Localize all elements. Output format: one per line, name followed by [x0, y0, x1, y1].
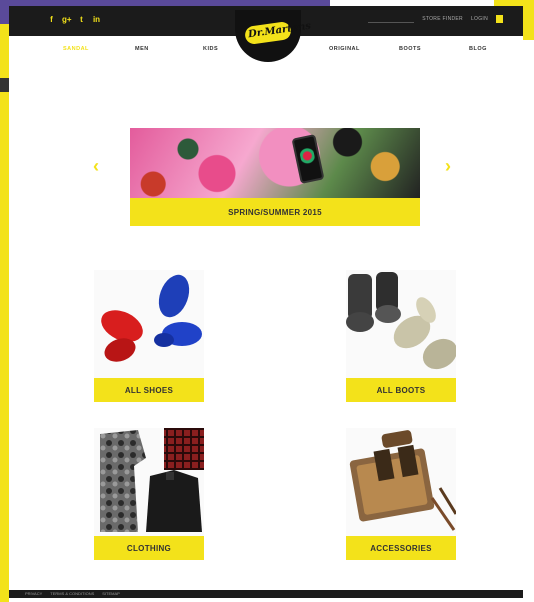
cart-icon[interactable] — [496, 15, 503, 23]
boots-image — [346, 270, 456, 378]
tile-caption: ACCESSORIES — [346, 536, 456, 560]
nav-item-boots[interactable]: BOOTS — [399, 46, 421, 52]
linkedin-icon[interactable]: in — [92, 15, 101, 24]
login-link[interactable]: LOGIN — [471, 16, 488, 22]
store-finder-link[interactable]: STORE FINDER — [422, 16, 463, 22]
backdrop-dark-block — [0, 78, 9, 92]
category-tile-boots[interactable]: ALL BOOTS — [346, 270, 456, 406]
hero-image — [130, 128, 420, 198]
phone-image — [291, 134, 325, 184]
hero-banner[interactable]: SPRING/SUMMER 2015 — [130, 128, 420, 226]
footer-link-sitemap[interactable]: SITEMAP — [102, 591, 120, 596]
google-plus-icon[interactable]: g+ — [62, 15, 72, 24]
carousel-next-arrow[interactable]: › — [445, 156, 451, 177]
footer: PRIVACY TERMS & CONDITIONS SITEMAP — [9, 590, 523, 598]
nav-item-sandal[interactable]: SANDAL — [63, 46, 89, 52]
tile-caption: CLOTHING — [94, 536, 204, 560]
main-nav: SANDAL MEN KIDS ORIGINAL BOOTS BLOG — [9, 46, 523, 60]
social-links: f g+ t in — [47, 15, 101, 24]
nav-item-men[interactable]: MEN — [135, 46, 149, 52]
footer-link-privacy[interactable]: PRIVACY — [25, 591, 42, 596]
search-input[interactable] — [368, 15, 415, 23]
footer-links: PRIVACY TERMS & CONDITIONS SITEMAP — [25, 591, 120, 596]
footer-link-terms[interactable]: TERMS & CONDITIONS — [50, 591, 94, 596]
top-right-tools: STORE FINDER LOGIN — [368, 15, 503, 23]
nav-item-blog[interactable]: BLOG — [469, 46, 487, 52]
category-tile-accessories[interactable]: ACCESSORIES — [346, 428, 456, 564]
shoes-image — [94, 270, 204, 378]
nav-item-kids[interactable]: KIDS — [203, 46, 218, 52]
accessories-image — [346, 428, 456, 536]
category-tile-shoes[interactable]: ALL SHOES — [94, 270, 204, 406]
facebook-icon[interactable]: f — [47, 15, 56, 24]
twitter-icon[interactable]: t — [77, 15, 86, 24]
tile-caption: ALL SHOES — [94, 378, 204, 402]
tile-caption: ALL BOOTS — [346, 378, 456, 402]
website-page: f g+ t in STORE FINDER LOGIN Dr.Martens … — [9, 6, 523, 598]
clothing-image — [94, 428, 204, 536]
nav-item-original[interactable]: ORIGINAL — [329, 46, 360, 52]
category-tile-clothing[interactable]: CLOTHING — [94, 428, 204, 564]
carousel-prev-arrow[interactable]: ‹ — [93, 156, 99, 177]
hero-caption: SPRING/SUMMER 2015 — [130, 198, 420, 226]
